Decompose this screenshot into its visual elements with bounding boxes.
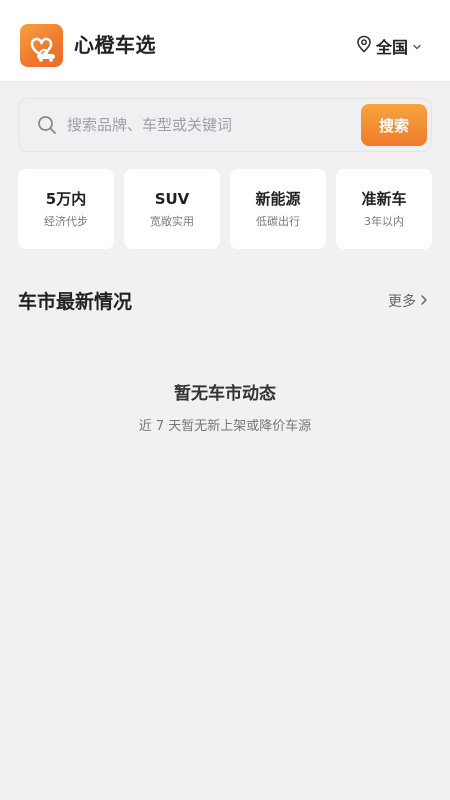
search-bar: 搜索 bbox=[18, 98, 432, 152]
app-title: 心橙车选 bbox=[74, 33, 156, 57]
search-input[interactable] bbox=[65, 109, 355, 141]
search-button[interactable]: 搜索 bbox=[361, 104, 427, 146]
location-selector[interactable]: 全国 bbox=[356, 34, 422, 58]
category-title: 5万内 bbox=[45, 190, 87, 208]
category-card-under-50k[interactable]: 5万内 经济代步 bbox=[18, 169, 114, 249]
section-title: 车市最新情况 bbox=[18, 291, 133, 313]
heart-car-logo-icon bbox=[20, 24, 63, 67]
category-card-suv[interactable]: SUV 宽敞实用 bbox=[124, 169, 220, 249]
category-title: SUV bbox=[154, 190, 190, 208]
more-label: 更多 bbox=[388, 294, 416, 310]
search-icon bbox=[37, 115, 57, 135]
category-card-new-energy[interactable]: 新能源 低碳出行 bbox=[230, 169, 326, 249]
more-link[interactable]: 更多 bbox=[388, 292, 428, 312]
category-cards: 5万内 经济代步 SUV 宽敞实用 新能源 低碳出行 准新车 3年以内 bbox=[18, 169, 432, 249]
category-subtitle: 3年以内 bbox=[364, 215, 404, 228]
category-subtitle: 低碳出行 bbox=[256, 215, 300, 228]
empty-state-subtitle: 近 7 天暂无新上架或降价车源 bbox=[138, 419, 312, 434]
chevron-down-icon bbox=[412, 37, 422, 56]
empty-state-title: 暂无车市动态 bbox=[174, 384, 276, 404]
category-title: 新能源 bbox=[255, 190, 301, 208]
chevron-right-icon bbox=[420, 292, 428, 312]
location-label: 全国 bbox=[375, 38, 408, 57]
category-subtitle: 经济代步 bbox=[44, 215, 88, 228]
category-title: 准新车 bbox=[361, 190, 407, 208]
app-header: 心橙车选 全国 bbox=[0, 0, 450, 82]
category-subtitle: 宽敞实用 bbox=[150, 215, 194, 228]
category-card-nearly-new[interactable]: 准新车 3年以内 bbox=[336, 169, 432, 249]
map-pin-icon bbox=[356, 35, 372, 57]
